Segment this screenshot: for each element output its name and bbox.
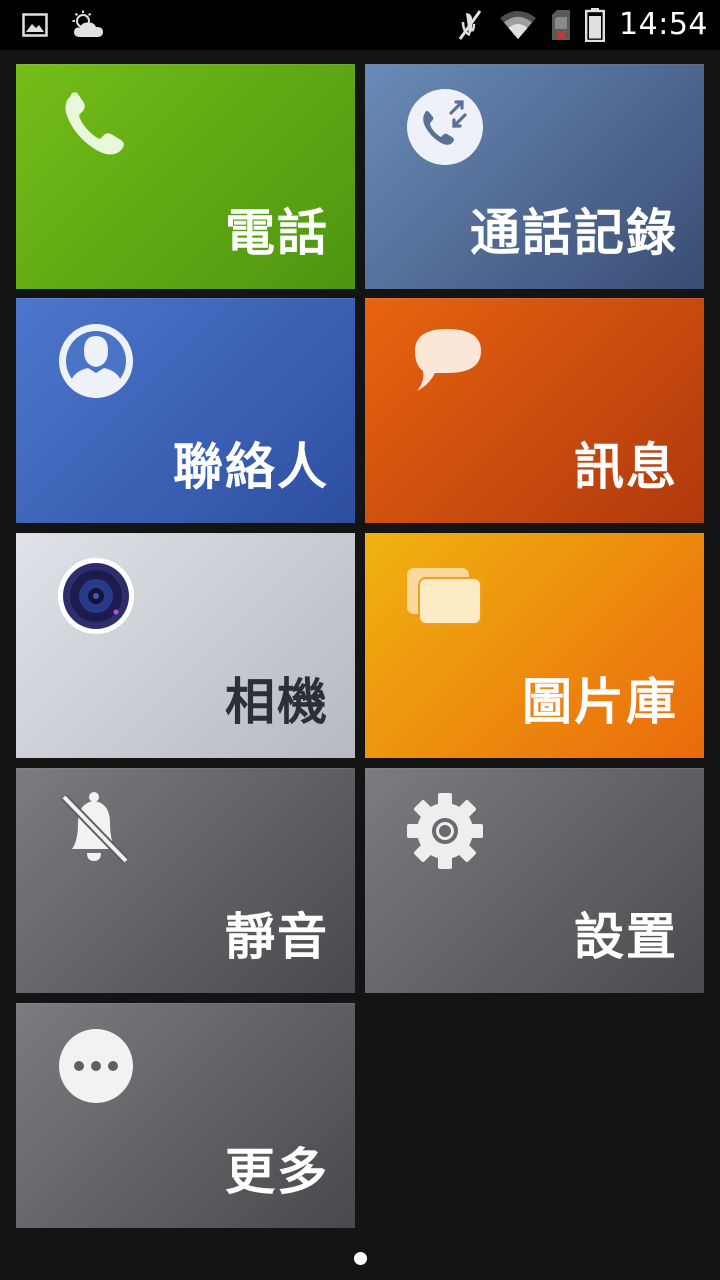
tile-call-log[interactable]: 通話記錄 — [365, 64, 704, 289]
message-icon — [415, 329, 481, 391]
tile-label: 設置 — [574, 908, 678, 966]
launcher-grid: 電話 通話記錄 聯絡人 訊息 相機 圖片庫 靜音 設置 更多 — [0, 50, 720, 1280]
tile-label: 相機 — [225, 673, 329, 731]
tile-label: 靜音 — [225, 908, 329, 966]
tile-label: 聯絡人 — [173, 438, 329, 496]
tile-camera[interactable]: 相機 — [16, 533, 355, 758]
tile-contacts[interactable]: 聯絡人 — [16, 298, 355, 523]
tile-silent[interactable]: 靜音 — [16, 768, 355, 993]
tile-label: 訊息 — [574, 438, 678, 496]
battery-icon — [585, 8, 606, 42]
status-time: 14:54 — [619, 7, 708, 42]
tile-messages[interactable]: 訊息 — [365, 298, 704, 523]
phone-icon — [65, 92, 124, 155]
contact-icon — [59, 324, 133, 398]
tile-label: 更多 — [225, 1143, 329, 1201]
bell-off-icon — [61, 792, 129, 864]
tile-settings[interactable]: 設置 — [365, 768, 704, 993]
sim-error-icon — [552, 10, 571, 40]
tile-label: 通話記錄 — [470, 204, 678, 262]
gallery-icon — [407, 568, 482, 625]
call-log-icon — [407, 89, 483, 165]
weather-icon — [72, 10, 103, 37]
tile-more[interactable]: 更多 — [16, 1003, 355, 1228]
gear-icon — [407, 793, 483, 869]
wifi-icon — [500, 11, 537, 39]
status-bar: 14:54 — [0, 0, 720, 50]
tile-label: 電話 — [225, 204, 329, 262]
tile-gallery[interactable]: 圖片庫 — [365, 533, 704, 758]
image-icon — [22, 13, 48, 37]
tile-label: 圖片庫 — [522, 673, 678, 731]
tile-phone[interactable]: 電話 — [16, 64, 355, 289]
camera-icon — [58, 558, 134, 634]
page-indicator-dot[interactable] — [354, 1252, 367, 1265]
mute-icon — [458, 10, 482, 40]
more-icon — [59, 1029, 133, 1103]
